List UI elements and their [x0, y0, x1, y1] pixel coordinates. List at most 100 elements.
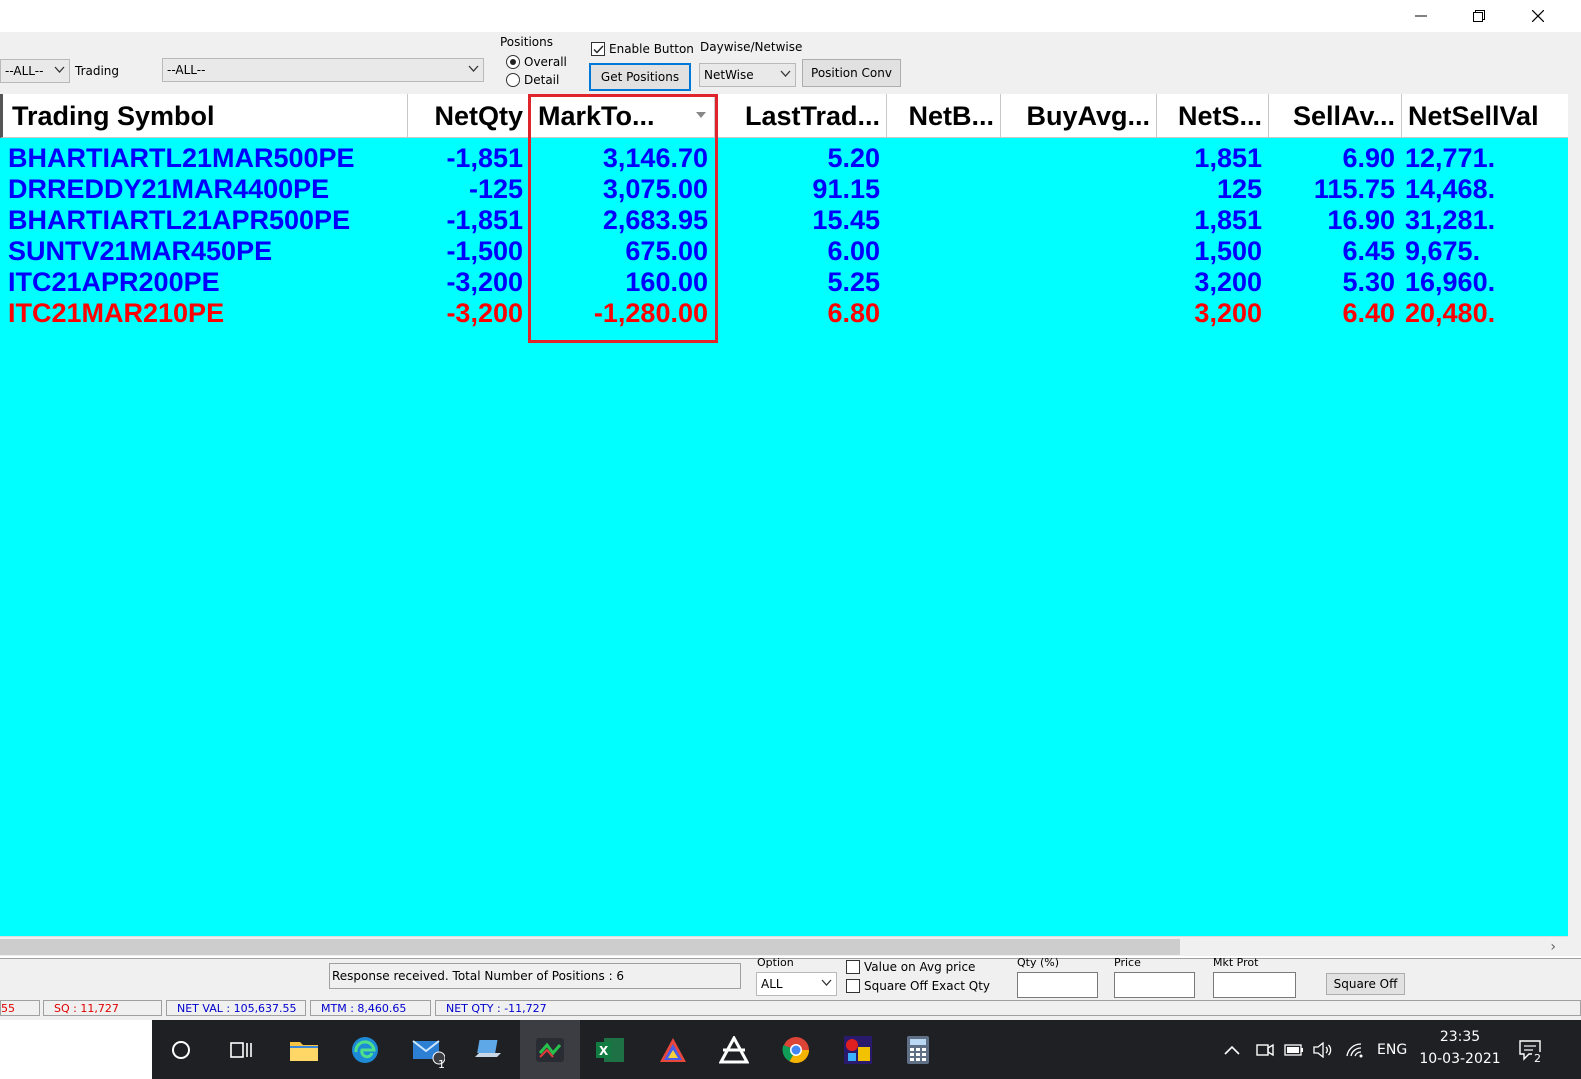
taskbar-clock[interactable]: 23:35 10-03-2021: [1416, 1026, 1504, 1070]
task-view-button[interactable]: [221, 1030, 261, 1070]
mail-button[interactable]: 1: [408, 1030, 448, 1071]
language-indicator[interactable]: ENG: [1377, 1020, 1407, 1079]
triangle-app-button[interactable]: [653, 1030, 693, 1070]
battery-indicator[interactable]: [1284, 1020, 1304, 1079]
chrome-button[interactable]: [776, 1030, 816, 1070]
cell-last-traded-price: 6.00: [827, 236, 880, 266]
price-input[interactable]: [1114, 972, 1195, 998]
position-conv-button[interactable]: Position Conv: [802, 59, 901, 87]
table-row[interactable]: ITC21MAR210PE -3,200 -1,280.00 6.80 3,200 6.4…: [0, 298, 1568, 329]
cortana-icon: [172, 1041, 190, 1059]
grid-right-edge: [1568, 94, 1581, 956]
excel-button[interactable]: X: [590, 1030, 630, 1070]
cell-netqty: -3,200: [446, 267, 523, 297]
broker-app-button[interactable]: [714, 1030, 754, 1070]
meet-now-button[interactable]: [1256, 1020, 1274, 1079]
edge-icon: [352, 1037, 378, 1063]
square-off-button[interactable]: Square Off: [1326, 973, 1405, 995]
svg-text:X: X: [599, 1044, 609, 1058]
minimize-button[interactable]: [1392, 0, 1450, 32]
cell-net-sell: 1,500: [1194, 236, 1262, 266]
trading-filter-select[interactable]: --ALL--: [162, 58, 484, 82]
minimize-icon: [1415, 15, 1427, 17]
cell-net-sell-val: 9,675.: [1405, 236, 1481, 266]
cell-net-buy: [884, 267, 998, 298]
cell-trading-symbol: BHARTIARTL21APR500PE: [8, 205, 351, 235]
qty-input[interactable]: [1017, 972, 1098, 998]
cell-netqty: -3,200: [446, 298, 523, 328]
cell-netqty: -125: [468, 174, 523, 204]
column-header-trading-symbol[interactable]: Trading Symbol: [3, 94, 408, 138]
toolbar: --ALL-- Trading --ALL-- Positions Overal…: [0, 32, 1581, 94]
cell-net-buy: [884, 236, 998, 267]
taskbar-left-area: [0, 1020, 152, 1079]
trading-filter-value: --ALL--: [167, 63, 206, 77]
laptop-app-button[interactable]: [468, 1030, 508, 1070]
checkbox-empty-icon: [846, 960, 860, 974]
market-app-button[interactable]: [838, 1030, 878, 1070]
daywise-select[interactable]: NetWise: [699, 63, 796, 87]
chrome-icon: [782, 1037, 810, 1064]
chevron-down-icon: [468, 65, 479, 72]
column-header-netqty[interactable]: NetQty: [408, 94, 530, 138]
option-select[interactable]: ALL: [756, 972, 837, 996]
table-row[interactable]: ITC21APR200PE -3,200 160.00 5.25 3,200 5.30 16…: [0, 267, 1568, 298]
cell-net-sell: 1,851: [1194, 143, 1262, 173]
radio-detail[interactable]: Detail: [506, 73, 559, 87]
exchange-filter-select[interactable]: --ALL--: [0, 59, 70, 83]
cell-net-sell: 1,851: [1194, 205, 1262, 235]
cell-net-sell-val: 20,480.: [1405, 298, 1496, 328]
cell-trading-symbol: SUNTV21MAR450PE: [8, 236, 273, 266]
cell-buy-avg: [998, 143, 1154, 174]
mkt-prot-input[interactable]: [1213, 972, 1296, 998]
column-header-buyavg[interactable]: BuyAvg...: [1001, 94, 1157, 138]
column-header-mtm[interactable]: MarkTo...: [530, 94, 715, 138]
triangle-app-icon: [660, 1038, 686, 1062]
scroll-right-icon[interactable]: ›: [1550, 939, 1556, 955]
column-header-netb[interactable]: NetB...: [887, 94, 1001, 138]
column-header-nets[interactable]: NetS...: [1157, 94, 1269, 138]
trading-app-button[interactable]: [520, 1020, 580, 1079]
chevron-down-icon: [821, 979, 832, 986]
option-value: ALL: [761, 977, 783, 991]
status-bar-first: 55: [0, 1000, 40, 1016]
edge-browser-button[interactable]: [345, 1030, 385, 1070]
get-positions-button[interactable]: Get Positions: [589, 63, 691, 91]
scrollbar-thumb[interactable]: [0, 939, 1180, 955]
network-button[interactable]: [1345, 1020, 1365, 1079]
positions-grid[interactable]: Trading Symbol NetQty MarkTo... LastTrad…: [0, 94, 1568, 936]
restore-icon: [1473, 10, 1485, 22]
cell-buy-avg: [998, 236, 1154, 267]
cell-net-sell-val: 31,281.: [1405, 205, 1496, 235]
column-header-sellavg[interactable]: SellAv...: [1269, 94, 1402, 138]
column-header-netsellval[interactable]: NetSellVal: [1402, 94, 1568, 138]
close-button[interactable]: [1509, 0, 1567, 32]
show-hidden-icons-button[interactable]: [1224, 1020, 1240, 1079]
position-conv-label: Position Conv: [811, 66, 892, 80]
calculator-button[interactable]: [898, 1030, 938, 1070]
radio-overall[interactable]: Overall: [506, 55, 567, 69]
volume-button[interactable]: [1313, 1020, 1333, 1079]
cell-net-sell: 125: [1216, 174, 1262, 204]
table-row[interactable]: BHARTIARTL21MAR500PE -1,851 3,146.70 5.20 1,…: [0, 143, 1568, 174]
volume-icon: [1313, 1041, 1332, 1058]
file-explorer-button[interactable]: [284, 1030, 324, 1070]
checkbox-empty-icon: [846, 979, 860, 993]
cell-last-traded-price: 6.80: [827, 298, 880, 328]
cell-net-sell: 3,200: [1194, 298, 1262, 328]
notification-center-button[interactable]: 2: [1518, 1020, 1543, 1079]
chevron-down-icon: [780, 70, 791, 77]
wifi-icon: [1346, 1042, 1363, 1057]
radio-overall-label: Overall: [524, 55, 567, 69]
restore-button[interactable]: [1450, 0, 1508, 32]
value-on-avg-checkbox[interactable]: Value on Avg price: [846, 960, 975, 974]
square-off-exact-checkbox[interactable]: Square Off Exact Qty: [846, 979, 990, 993]
cortana-button[interactable]: [161, 1030, 201, 1070]
horizontal-scrollbar[interactable]: ›: [0, 936, 1568, 956]
enable-button-checkbox[interactable]: Enable Button: [591, 42, 694, 56]
table-row[interactable]: SUNTV21MAR450PE -1,500 675.00 6.00 1,500 6.45…: [0, 236, 1568, 267]
cell-mtm: 160.00: [625, 267, 708, 297]
table-row[interactable]: BHARTIARTL21APR500PE -1,851 2,683.95 15.45 1…: [0, 205, 1568, 236]
table-row[interactable]: DRREDDY21MAR4400PE -125 3,075.00 91.15 125 11…: [0, 174, 1568, 205]
column-header-lasttrad[interactable]: LastTrad...: [715, 94, 887, 138]
